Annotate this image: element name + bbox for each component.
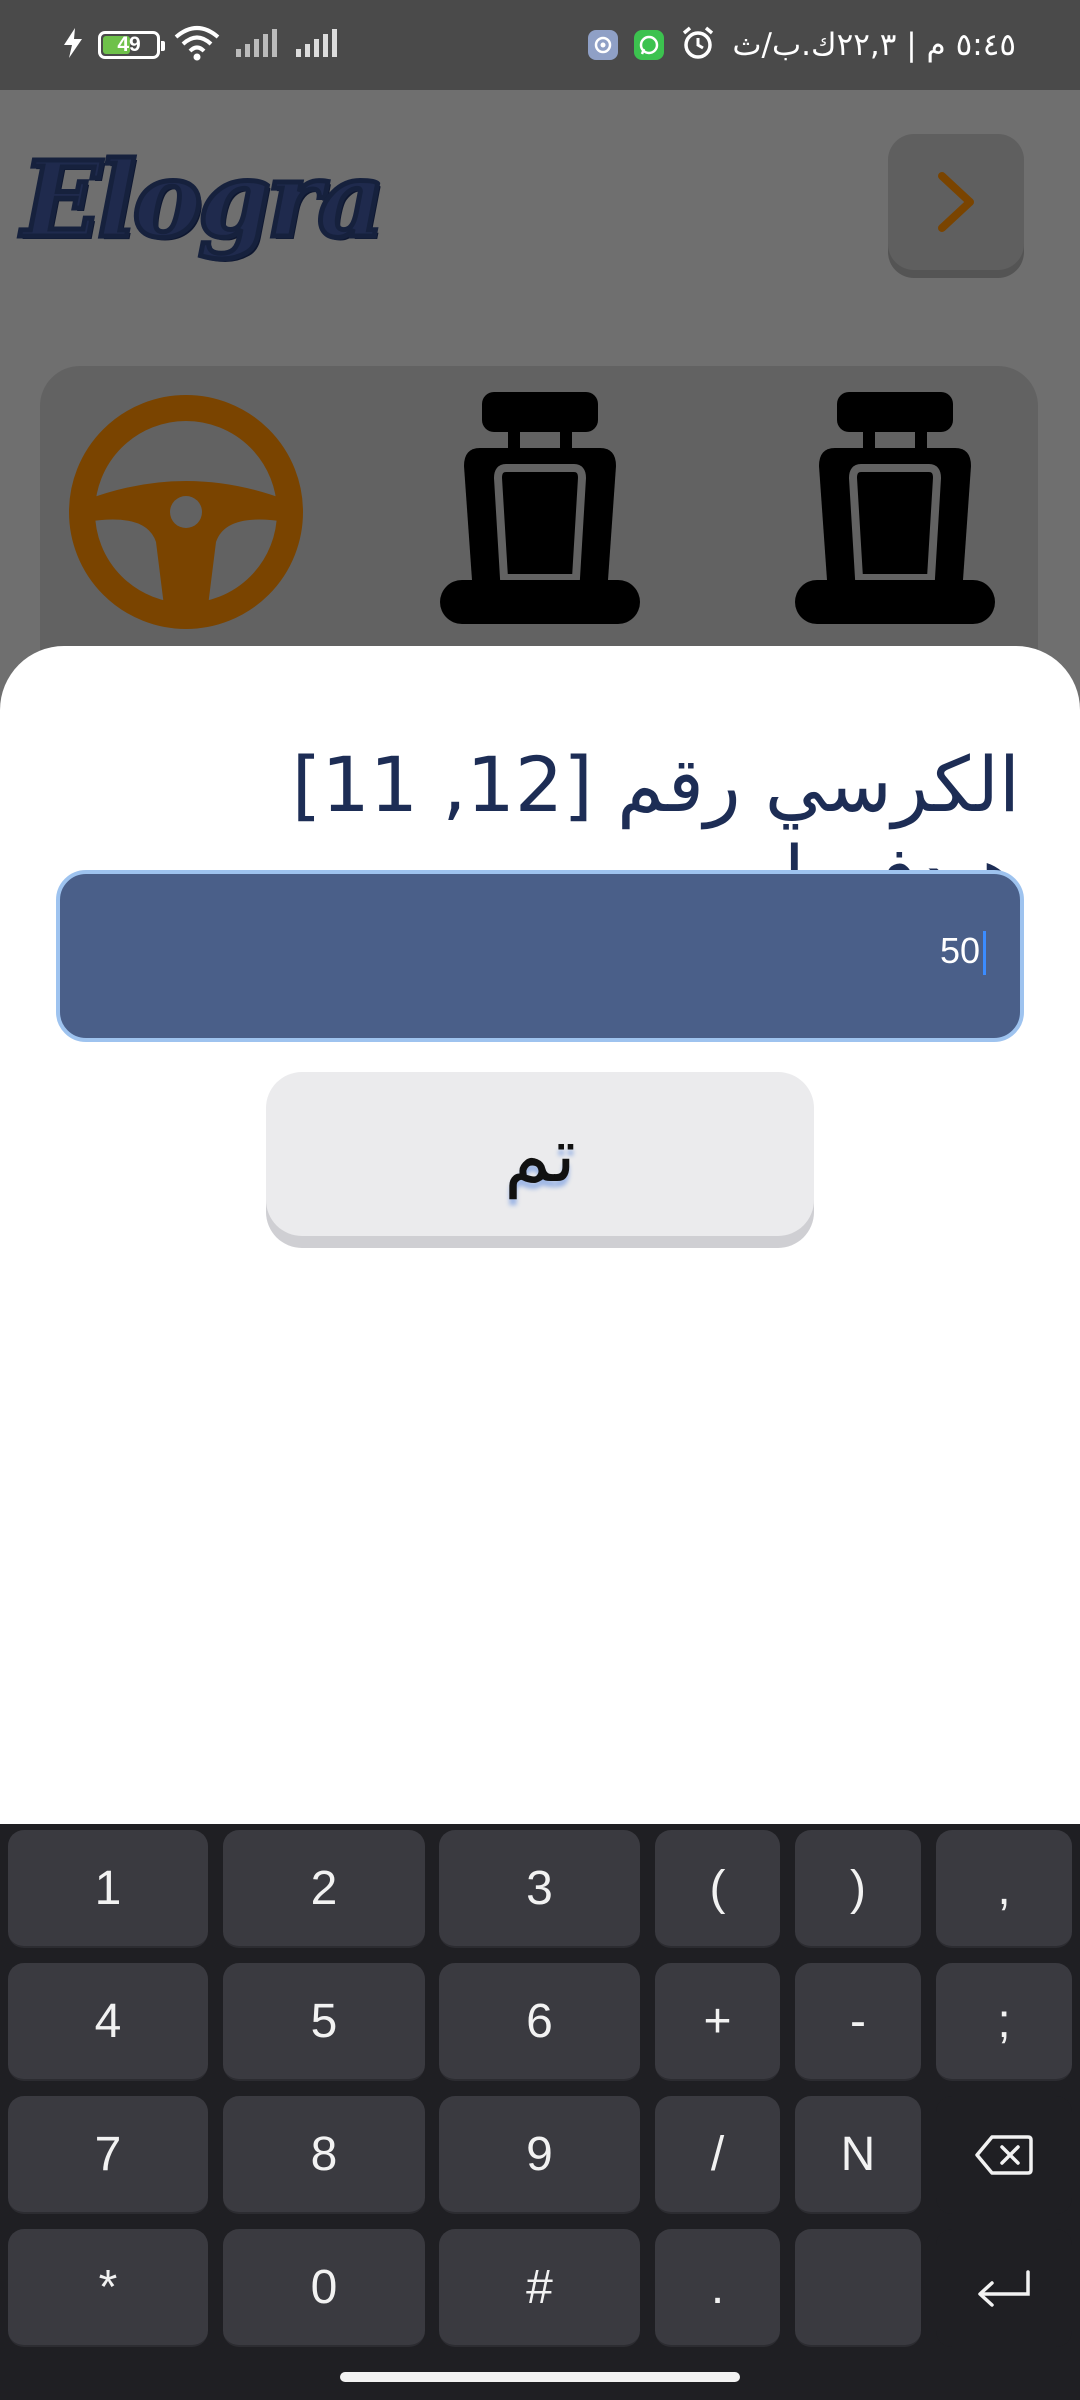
key-7[interactable]: 7 — [8, 2096, 208, 2214]
whatsapp-icon — [634, 30, 665, 60]
amount-text: 50 — [939, 930, 980, 971]
app-logo: Elogra — [19, 136, 387, 264]
battery-icon: 49 — [98, 31, 165, 59]
seat-icon[interactable] — [440, 392, 640, 636]
amount-input-value: 50 — [939, 930, 986, 976]
key-open-paren[interactable]: ( — [655, 1830, 780, 1948]
backspace-key[interactable] — [936, 2096, 1072, 2214]
key-minus[interactable]: - — [795, 1963, 921, 2081]
key-plus[interactable]: + — [655, 1963, 780, 2081]
amount-input[interactable]: 50 — [56, 870, 1024, 1042]
status-left: 49 — [62, 20, 340, 70]
key-0[interactable]: 0 — [223, 2229, 425, 2347]
key-4[interactable]: 4 — [8, 1963, 208, 2081]
seat-icon[interactable] — [795, 392, 995, 636]
key-1[interactable]: 1 — [8, 1830, 208, 1948]
key-close-paren[interactable]: ) — [795, 1830, 921, 1948]
charging-icon — [62, 28, 84, 62]
home-indicator[interactable] — [340, 2372, 740, 2382]
next-button[interactable] — [888, 134, 1024, 270]
signal-icon-2 — [294, 27, 340, 63]
numeric-keyboard: 1 2 3 ( ) , 4 5 6 + - ; 7 8 9 / N * 0 # … — [0, 1824, 1080, 2400]
status-bar: 49 ٥:٤٥ م | ٢٢,٣ك.ب/ث — [0, 0, 1080, 90]
key-9[interactable]: 9 — [439, 2096, 640, 2214]
status-right: ٥:٤٥ م | ٢٢,٣ك.ب/ث — [588, 20, 1016, 70]
alarm-icon — [680, 25, 716, 65]
key-asterisk[interactable]: * — [8, 2229, 208, 2347]
done-button[interactable]: تم — [266, 1072, 814, 1236]
key-8[interactable]: 8 — [223, 2096, 425, 2214]
key-3[interactable]: 3 — [439, 1830, 640, 1948]
key-semicolon[interactable]: ; — [936, 1963, 1072, 2081]
battery-percent: 49 — [117, 33, 141, 56]
chevron-right-icon — [938, 172, 974, 232]
key-space[interactable] — [795, 2229, 921, 2347]
key-hash[interactable]: # — [439, 2229, 640, 2347]
signal-icon-1 — [234, 27, 280, 63]
key-n[interactable]: N — [795, 2096, 921, 2214]
key-period[interactable]: . — [655, 2229, 780, 2347]
steering-wheel-icon — [66, 392, 306, 636]
key-6[interactable]: 6 — [439, 1963, 640, 2081]
key-slash[interactable]: / — [655, 2096, 780, 2214]
enter-icon — [978, 2270, 1030, 2307]
app-notification-icon — [588, 30, 619, 60]
key-2[interactable]: 2 — [223, 1830, 425, 1948]
key-5[interactable]: 5 — [223, 1963, 425, 2081]
wifi-icon — [174, 25, 220, 65]
status-time: ٥:٤٥ م | ٢٢,٣ك.ب/ث — [732, 27, 1016, 63]
key-comma[interactable]: , — [936, 1830, 1072, 1948]
text-caret — [983, 931, 986, 976]
enter-key[interactable] — [936, 2229, 1072, 2347]
backspace-icon — [975, 2135, 1033, 2175]
